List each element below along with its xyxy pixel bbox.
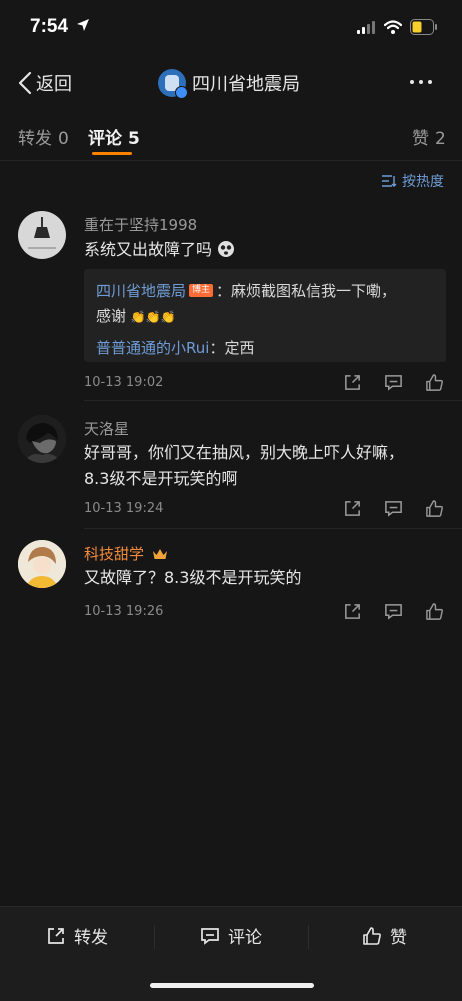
home-indicator[interactable] [150, 983, 314, 988]
avatar[interactable] [18, 211, 66, 259]
reply-text: 定西 [224, 339, 255, 357]
like-icon [363, 926, 381, 945]
comment-username[interactable]: 重在于坚持1998 [84, 214, 197, 235]
active-tab-indicator [92, 152, 132, 155]
comment-time: 10-13 19:26 [84, 604, 164, 619]
comment-label: 评论 [228, 928, 262, 948]
comment-text: 又故障了？8.3级不是开玩笑的 [84, 568, 302, 587]
lamp-avatar-icon [28, 217, 56, 249]
comment-actions [343, 373, 444, 392]
tab-likes[interactable]: 赞2 [412, 124, 446, 149]
share-icon [48, 927, 64, 944]
comment-time: 10-13 19:02 [84, 375, 164, 390]
comment-item: 科技甜学 又故障了？8.3级不是开玩笑的 10-13 19:26 [0, 532, 462, 632]
comment-item: 天洛星 好哥哥，你们又在抽风，别大晚上吓人好嘛， 8.3级不是开玩笑的啊 10-… [0, 405, 462, 525]
reply-text-2: 感谢 [96, 307, 127, 325]
reply-box[interactable]: 四川省地震局 博主 ：麻烦截图私信我一下嘞， 感谢 👏👏👏 普普通通的小Rui：定西 [84, 269, 446, 362]
comment-actions [343, 602, 444, 621]
comment-text: 系统又出故障了吗 [84, 237, 444, 263]
tab-bar: 转发 0 评论 5 赞2 [0, 108, 462, 161]
comment-icon[interactable] [384, 499, 403, 518]
comment-time: 10-13 19:24 [84, 501, 164, 516]
like-icon[interactable] [425, 373, 444, 392]
divider [84, 400, 462, 401]
share-icon[interactable] [343, 602, 362, 621]
reply-author[interactable]: 普普通通的小Rui [96, 339, 209, 357]
comment-text: 好哥哥，你们又在抽风，别大晚上吓人好嘛， 8.3级不是开玩笑的啊 [84, 440, 444, 492]
status-time: 7:54 [30, 16, 69, 37]
back-label: 返回 [36, 74, 72, 95]
like-icon[interactable] [425, 602, 444, 621]
nav-title-label: 四川省地震局 [192, 74, 300, 95]
anime-avatar-icon [18, 415, 66, 463]
comment-item: 重在于坚持1998 系统又出故障了吗 四川省地震局 博主 ：麻烦截图私信我一下嘞， … [0, 201, 462, 399]
divider [84, 528, 462, 529]
comment-icon[interactable] [384, 602, 403, 621]
comment-actions [343, 499, 444, 518]
location-arrow-icon [77, 19, 89, 31]
reply-item: 四川省地震局 博主 ：麻烦截图私信我一下嘞， [96, 282, 397, 300]
comment-icon [201, 927, 219, 945]
comment-text-content: 系统又出故障了吗 [84, 240, 213, 259]
sort-button[interactable]: 按热度 [381, 171, 444, 191]
tab-comments-count: 5 [128, 129, 140, 149]
tab-repost[interactable]: 转发 0 [18, 124, 69, 149]
share-icon[interactable] [343, 499, 362, 518]
comment-icon[interactable] [384, 373, 403, 392]
like-icon[interactable] [425, 499, 444, 518]
nav-bar: 返回 四川省地震局 [0, 58, 462, 108]
reply-author[interactable]: 四川省地震局 [96, 282, 186, 300]
author-badge: 博主 [189, 283, 214, 297]
tab-comments[interactable]: 评论 5 [88, 124, 140, 149]
repost-button[interactable]: 转发 [46, 923, 108, 948]
tab-comments-label: 评论 [88, 129, 122, 149]
tab-likes-label: 赞 [412, 129, 429, 149]
clap-emoji-icon: 👏👏👏 [130, 310, 176, 324]
more-options-icon[interactable] [410, 80, 432, 84]
like-label: 赞 [390, 928, 407, 948]
sort-label: 按热度 [402, 174, 444, 190]
wifi-icon [384, 20, 402, 34]
comment-username[interactable]: 天洛星 [84, 418, 129, 439]
share-icon[interactable] [343, 373, 362, 392]
reply-item-continued: 感谢 👏👏👏 [96, 304, 434, 330]
comment-button[interactable]: 评论 [200, 923, 262, 948]
status-bar: 7:54 [0, 0, 462, 58]
repost-label: 转发 [74, 928, 108, 948]
avatar[interactable] [18, 415, 66, 463]
sort-icon [382, 175, 397, 187]
nav-title[interactable]: 四川省地震局 [158, 68, 300, 99]
tab-likes-count: 2 [435, 129, 446, 149]
verified-badge-icon [175, 86, 188, 99]
tab-repost-count: 0 [58, 129, 69, 149]
crown-icon [152, 549, 167, 559]
chevron-left-icon [18, 71, 32, 95]
cellular-signal-icon [357, 21, 375, 34]
avatar[interactable] [18, 540, 66, 588]
sort-bar: 按热度 [0, 161, 462, 201]
divider [154, 925, 155, 949]
battery-icon [410, 19, 437, 35]
like-button[interactable]: 赞 [362, 923, 407, 948]
tab-repost-label: 转发 [18, 129, 52, 149]
reply-item: 普普通通的小Rui：定西 [96, 339, 255, 357]
anime-avatar-icon [18, 540, 66, 588]
divider [308, 925, 309, 949]
account-avatar [158, 69, 188, 99]
reply-text: 麻烦截图私信我一下嘞， [231, 282, 397, 300]
shocked-emoji-icon [218, 241, 235, 257]
comment-text-line: 好哥哥，你们又在抽风，别大晚上吓人好嘛， [84, 443, 405, 462]
comment-text-line: 8.3级不是开玩笑的啊 [84, 469, 238, 488]
comment-username[interactable]: 科技甜学 [84, 543, 168, 564]
comment-username-label: 科技甜学 [84, 545, 145, 563]
back-button[interactable]: 返回 [18, 70, 72, 96]
